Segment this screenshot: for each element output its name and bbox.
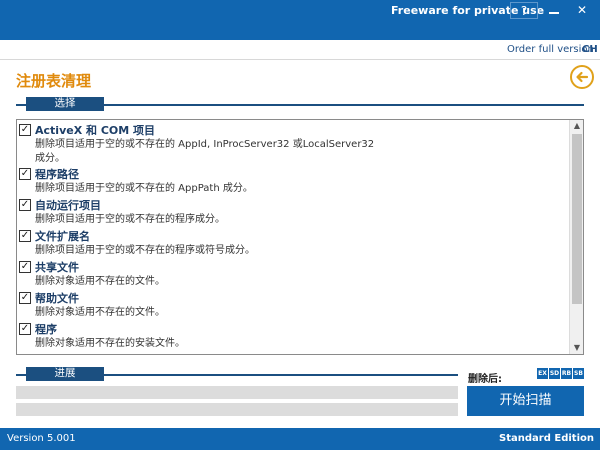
item-title: 自动运行项目 xyxy=(35,199,101,212)
item-description: 删除项目适用于空的或不存在的 AppPath 成分。 xyxy=(35,183,253,194)
status-bar: Version 5.001 Standard Edition xyxy=(0,428,600,450)
arrow-left-icon xyxy=(576,71,589,83)
edition-text: Standard Edition xyxy=(499,433,594,444)
item-description: 删除项目适用于空的或不存在的程序或符号成分。 xyxy=(35,245,255,256)
sb-option-badge[interactable]: SB xyxy=(573,368,584,379)
checkbox[interactable]: ✓ xyxy=(19,323,31,335)
checkbox[interactable]: ✓ xyxy=(19,292,31,304)
options-list[interactable]: ✓ ActiveX 和 COM 项目 删除项目适用于空的或不存在的 AppId,… xyxy=(16,119,584,355)
page-title: 注册表清理 xyxy=(16,72,92,90)
select-section-tab: 选择 xyxy=(26,97,104,111)
language-indicator[interactable]: CH xyxy=(582,44,598,55)
checkbox[interactable]: ✓ xyxy=(19,261,31,273)
progress-section-tab: 进展 xyxy=(26,367,104,381)
progress-bar-1 xyxy=(16,386,458,399)
version-text: Version 5.001 xyxy=(7,433,76,444)
item-title: 文件扩展名 xyxy=(35,230,90,243)
item-description: 删除项目适用于空的或不存在的 AppId, InProcServer32 或Lo… xyxy=(35,139,375,164)
checkbox[interactable]: ✓ xyxy=(19,168,31,180)
item-title: ActiveX 和 COM 项目 xyxy=(35,124,156,137)
item-description: 删除对象适用不存在的文件。 xyxy=(35,307,165,318)
checkbox[interactable]: ✓ xyxy=(19,199,31,211)
scroll-up-icon[interactable]: ▲ xyxy=(570,120,584,132)
item-title: 帮助文件 xyxy=(35,292,79,305)
menu-area: Order full version CH xyxy=(0,40,600,60)
back-button[interactable] xyxy=(570,65,594,89)
help-button[interactable]: ? xyxy=(510,2,538,19)
item-title: 程序 xyxy=(35,323,57,336)
ex-option-badge[interactable]: EX xyxy=(537,368,548,379)
sd-option-badge[interactable]: SD xyxy=(549,368,560,379)
item-description: 删除对象适用不存在的安装文件。 xyxy=(35,338,185,349)
scrollbar-thumb[interactable] xyxy=(572,134,582,304)
minimize-button[interactable] xyxy=(540,2,568,19)
close-button[interactable]: ✕ xyxy=(568,2,596,19)
progress-bar-2 xyxy=(16,403,458,416)
scroll-down-icon[interactable]: ▼ xyxy=(570,342,584,354)
checkbox[interactable]: ✓ xyxy=(19,124,31,136)
item-description: 删除项目适用于空的或不存在的程序成分。 xyxy=(35,214,225,225)
order-full-version-link[interactable]: Order full version xyxy=(507,44,594,55)
item-description: 删除对象适用不存在的文件。 xyxy=(35,276,165,287)
rb-option-badge[interactable]: RB xyxy=(561,368,572,379)
start-scan-button[interactable]: 开始扫描 xyxy=(467,386,584,416)
item-title: 共享文件 xyxy=(35,261,79,274)
after-delete-label: 删除后: xyxy=(468,374,502,385)
item-title: 程序路径 xyxy=(35,168,79,181)
checkbox[interactable]: ✓ xyxy=(19,230,31,242)
title-bar: Freeware for private use ? ✕ xyxy=(0,0,600,40)
list-scrollbar[interactable]: ▲ ▼ xyxy=(569,120,583,354)
